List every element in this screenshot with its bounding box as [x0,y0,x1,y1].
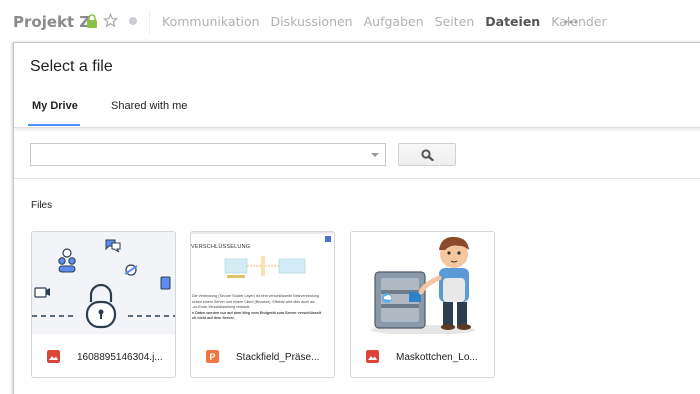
tab-my-drive[interactable]: My Drive [32,100,78,112]
file-thumbnail [32,232,175,334]
more-icon[interactable] [564,20,578,24]
file-card[interactable]: 1608895146304.j... [31,231,176,378]
tab-shared-with-me[interactable]: Shared with me [111,100,187,112]
search-icon [421,149,434,161]
slide-line: Die Verbindung (Secure Socket Layer) ist… [192,294,319,298]
divider [149,10,150,34]
star-icon[interactable] [103,13,118,28]
file-name: Stackfield_Präse... [236,352,320,363]
nav-item-aufgaben[interactable]: Aufgaben [364,14,424,29]
search-bar [14,129,700,179]
project-header: Projekt Z Kommunikation Diskussionen Auf… [0,0,700,43]
lock-icon [87,14,97,28]
files-section-label: Files [31,200,53,211]
security-illustration [32,239,175,329]
file-thumbnail: VERSCHLÜSSELUNG Die Verbindung (Secure S… [191,232,334,334]
dialog-title: Select a file [30,58,113,75]
slide-top: VERSCHLÜSSELUNG [191,234,334,294]
file-card[interactable]: Maskottchen_Lo... [350,231,495,378]
search-dropdown-icon[interactable] [371,153,379,157]
dialog-header: Select a file My Drive Shared with me [14,43,700,128]
file-name: Maskottchen_Lo... [396,352,478,363]
image-icon [47,350,60,363]
slide-text: Die Verbindung (Secure Socket Layer) ist… [191,294,334,334]
svg-text:P: P [209,352,215,362]
search-input[interactable] [30,143,386,166]
nav-item-diskussionen[interactable]: Diskussionen [271,14,353,29]
nav-item-kommunikation[interactable]: Kommunikation [162,14,260,29]
nav-item-dateien[interactable]: Dateien [485,14,540,29]
status-dot-icon[interactable] [129,17,137,25]
file-picker-dialog: Select a file My Drive Shared with me Fi… [13,42,700,394]
search-button[interactable] [398,143,456,166]
mascot-illustration [371,236,475,334]
project-nav: Kommunikation Diskussionen Aufgaben Seit… [162,14,618,29]
file-name: 1608895146304.j... [77,352,163,363]
project-title[interactable]: Projekt Z [13,13,90,31]
nav-item-seiten[interactable]: Seiten [435,14,475,29]
file-thumbnail [351,232,494,334]
active-tab-indicator [28,124,80,126]
presentation-icon: P [206,350,219,363]
slide-diagram [224,256,306,278]
image-icon [366,350,379,363]
slide-line: ch nicht auf dem Server. [192,316,235,321]
nav-item-kalender[interactable]: Kalender [551,14,607,29]
file-card[interactable]: VERSCHLÜSSELUNG Die Verbindung (Secure S… [190,231,335,378]
